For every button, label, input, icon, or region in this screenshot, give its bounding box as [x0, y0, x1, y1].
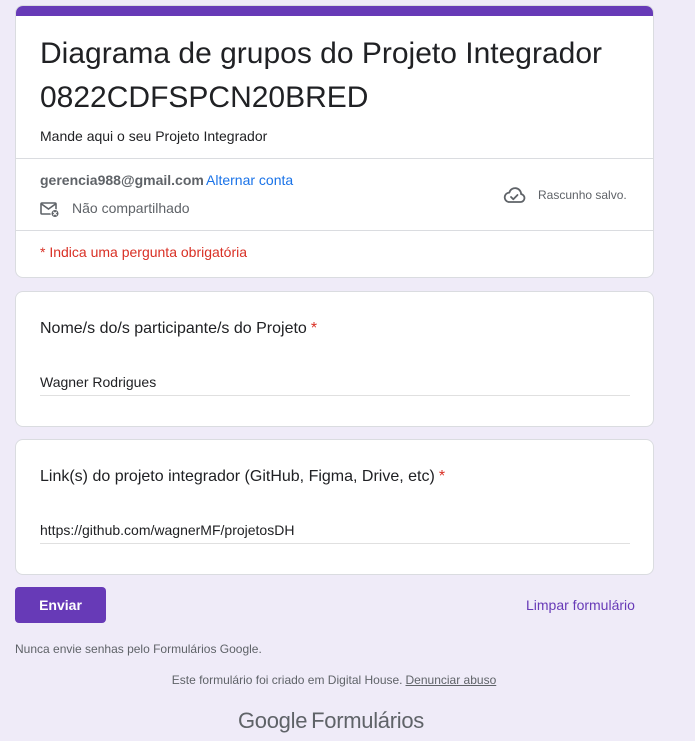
header-divider-2 — [16, 230, 653, 231]
google-logo-brand: Google — [238, 708, 308, 733]
question-title: Link(s) do projeto integrador (GitHub, F… — [40, 468, 445, 486]
header-accent-bar — [16, 6, 653, 16]
password-warning: Nunca envie senhas pelo Formulários Goog… — [15, 642, 262, 656]
google-logo-product: Formulários — [311, 708, 424, 733]
question-title-text: Nome/s do/s participante/s do Projeto — [40, 320, 307, 337]
question-title: Nome/s do/s participante/s do Projeto * — [40, 320, 317, 338]
clear-form-button[interactable]: Limpar formulário — [526, 597, 635, 613]
required-asterisk: * — [438, 468, 446, 485]
draft-status: Rascunho salvo. — [538, 188, 627, 202]
footer-info: Este formulário foi criado em Digital Ho… — [0, 673, 668, 687]
question-card-participants: Nome/s do/s participante/s do Projeto * — [15, 291, 654, 427]
created-in-text: Este formulário foi criado em Digital Ho… — [171, 673, 403, 687]
google-forms-logo[interactable]: Google Formulários — [238, 708, 424, 734]
switch-account-link[interactable]: Alternar conta — [206, 172, 293, 188]
required-asterisk: * — [310, 320, 318, 337]
sharing-status: Não compartilhado — [72, 200, 190, 216]
form-header-card: Diagrama de grupos do Projeto Integrador… — [15, 5, 654, 278]
submit-button[interactable]: Enviar — [15, 587, 106, 623]
cloud-saved-icon — [502, 184, 526, 206]
form-title: Diagrama de grupos do Projeto Integrador… — [40, 37, 603, 114]
email-not-shared-icon — [40, 200, 60, 218]
report-abuse-link[interactable]: Denunciar abuso — [406, 673, 497, 687]
required-note: * Indica uma pergunta obrigatória — [40, 244, 248, 260]
header-divider — [16, 158, 653, 159]
form-description: Mande aqui o seu Projeto Integrador — [40, 128, 268, 144]
question-card-project-links: Link(s) do projeto integrador (GitHub, F… — [15, 439, 654, 575]
participants-input[interactable] — [40, 368, 630, 396]
account-email: gerencia988@gmail.com — [40, 172, 204, 188]
question-title-text: Link(s) do projeto integrador (GitHub, F… — [40, 468, 435, 485]
project-links-input[interactable] — [40, 516, 630, 544]
